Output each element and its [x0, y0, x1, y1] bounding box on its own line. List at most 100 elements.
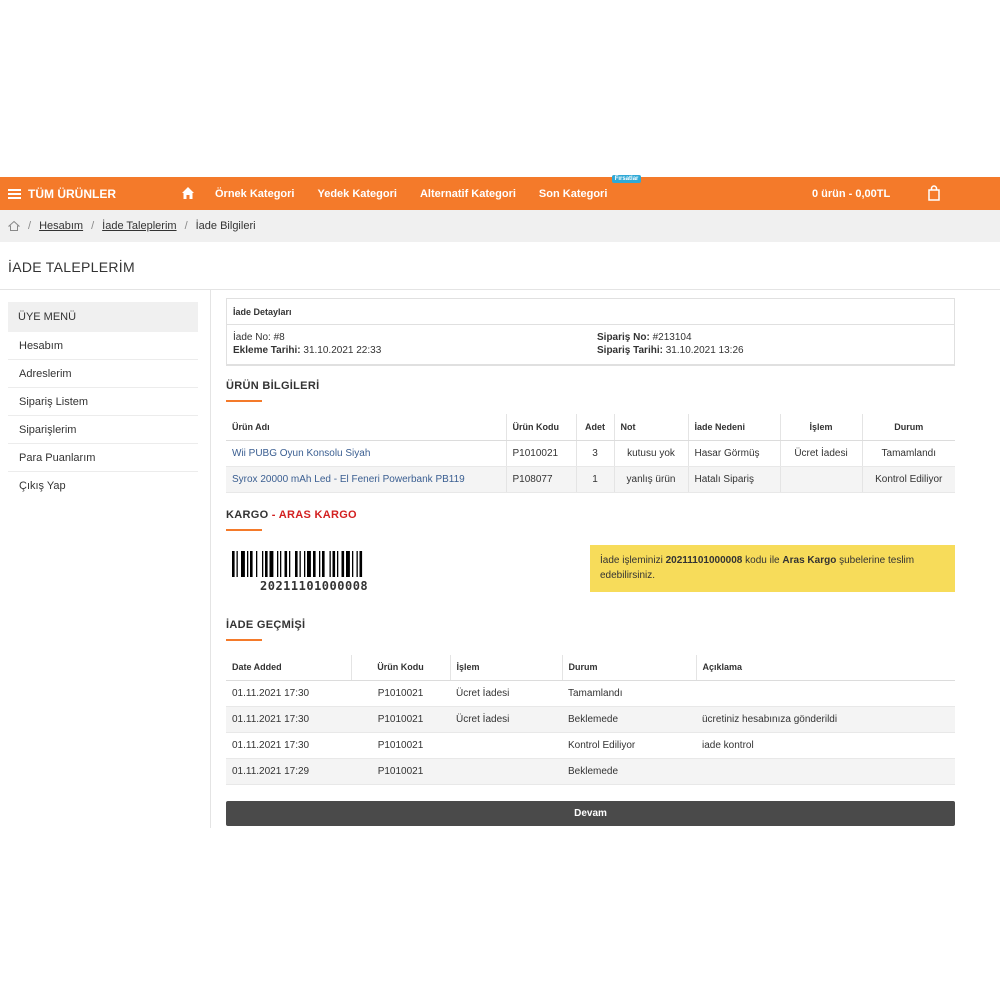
added-date-label: Ekleme Tarihi:	[233, 345, 301, 356]
return-details-heading: İade Detayları	[227, 299, 954, 325]
return-no-label: İade No:	[233, 332, 271, 343]
sidebar-item-hesabim[interactable]: Hesabım	[8, 332, 198, 360]
sidebar-item-para-puanlarim[interactable]: Para Puanlarım	[8, 444, 198, 472]
cargo-dash: -	[268, 508, 279, 521]
nav-link-alternatif-kategori[interactable]: Alternatif Kategori	[420, 188, 516, 200]
status: Beklemede	[562, 706, 696, 733]
divider	[210, 290, 211, 828]
order-no-label: Sipariş No:	[597, 332, 650, 343]
product-name-link[interactable]: Wii PUBG Oyun Konsolu Siyah	[226, 440, 507, 467]
table-row: 01.11.2021 17:30 P1010021 Ücret İadesi T…	[226, 680, 955, 707]
product-name-link[interactable]: Syrox 20000 mAh Led - El Feneri Powerban…	[226, 466, 507, 493]
section-underline	[226, 400, 262, 402]
date-added: 01.11.2021 17:30	[226, 706, 351, 733]
status: Tamamlandı	[562, 680, 696, 707]
breadcrumb-iade-taleplerim[interactable]: İade Taleplerim	[102, 220, 176, 232]
status: Tamamlandı	[862, 440, 955, 467]
cart-total[interactable]: 0 ürün - 0,00TL	[812, 177, 890, 210]
nav-link-ornek-kategori[interactable]: Örnek Kategori	[215, 188, 294, 200]
cargo-company: ARAS KARGO	[278, 508, 357, 521]
sidebar-item-siparislerim[interactable]: Siparişlerim	[8, 416, 198, 444]
hamburger-icon	[8, 188, 21, 199]
note: yanlış ürün	[614, 466, 689, 493]
col-header-product-code: Ürün Kodu	[351, 654, 451, 681]
col-header-action: İşlem	[450, 654, 563, 681]
sidebar-item-adreslerim[interactable]: Adreslerim	[8, 360, 198, 388]
continue-button[interactable]: Devam	[226, 801, 955, 826]
note-code: 20211101000008	[665, 554, 743, 566]
col-header-action: İşlem	[780, 414, 863, 441]
deals-badge: Fırsatlar	[611, 174, 642, 183]
note-company: Aras Kargo	[782, 554, 837, 566]
col-header-note: Not	[614, 414, 689, 441]
table-row: 01.11.2021 17:30 P1010021 Ücret İadesi B…	[226, 706, 955, 733]
shopping-bag-icon[interactable]	[927, 185, 941, 201]
description	[696, 758, 955, 785]
order-date-label: Sipariş Tarihi:	[597, 345, 663, 356]
table-row: 01.11.2021 17:30 P1010021 Kontrol Ediliy…	[226, 732, 955, 759]
return-info-left: İade No: #8 Ekleme Tarihi: 31.10.2021 22…	[233, 331, 381, 357]
category-links: Örnek Kategori Yedek Kategori Alternatif…	[215, 174, 642, 210]
product-code: P1010021	[351, 706, 450, 733]
action: Ücret İadesi	[780, 440, 863, 467]
quantity: 3	[576, 440, 615, 467]
breadcrumb-separator: /	[28, 220, 32, 232]
page-title: İADE TALEPLERİM	[8, 259, 135, 275]
home-breadcrumb-icon[interactable]	[8, 220, 20, 232]
return-history-title: İADE GEÇMİŞİ	[226, 618, 306, 631]
return-details-box: İade Detayları İade No: #8 Ekleme Tarihi…	[226, 298, 955, 366]
sidebar-title: ÜYE MENÜ	[8, 302, 198, 332]
action: Ücret İadesi	[450, 706, 562, 733]
col-header-date-added: Date Added	[226, 654, 352, 681]
note: kutusu yok	[614, 440, 689, 467]
date-added: 01.11.2021 17:30	[226, 680, 351, 707]
product-info-title: ÜRÜN BİLGİLERİ	[226, 380, 320, 392]
sidebar-item-cikis-yap[interactable]: Çıkış Yap	[8, 472, 198, 500]
breadcrumb: / Hesabım / İade Taleplerim / İade Bilgi…	[0, 210, 1000, 242]
nav-link-son-kategori-label: Son Kategori	[538, 187, 608, 200]
breadcrumb-separator: /	[184, 220, 188, 232]
all-products-menu-button[interactable]: TÜM ÜRÜNLER	[8, 177, 116, 210]
breadcrumb-hesabim[interactable]: Hesabım	[39, 220, 83, 232]
col-header-status: Durum	[862, 414, 955, 441]
action	[450, 732, 562, 759]
return-reason: Hatalı Sipariş	[688, 466, 781, 493]
order-no-value: #213104	[652, 332, 692, 343]
home-icon[interactable]	[181, 186, 195, 200]
return-details-body: İade No: #8 Ekleme Tarihi: 31.10.2021 22…	[227, 325, 954, 364]
breadcrumb-current: İade Bilgileri	[195, 220, 256, 232]
quantity: 1	[576, 466, 615, 493]
sidebar-item-siparis-listem[interactable]: Sipariş Listem	[8, 388, 198, 416]
status: Kontrol Ediliyor	[562, 732, 696, 759]
date-added: 01.11.2021 17:29	[226, 758, 351, 785]
product-code: P1010021	[351, 680, 450, 707]
cargo-area: 20211101000008 İade işleminizi 202111010…	[226, 544, 955, 619]
product-code: P1010021	[351, 732, 450, 759]
action	[780, 466, 863, 493]
top-navigation-bar: TÜM ÜRÜNLER Örnek Kategori Yedek Kategor…	[0, 174, 1000, 210]
all-products-label: TÜM ÜRÜNLER	[28, 186, 116, 201]
barcode-number: 20211101000008	[260, 578, 369, 593]
nav-link-son-kategori[interactable]: Son Kategori Fırsatlar	[538, 174, 642, 200]
col-header-return-reason: İade Nedeni	[688, 414, 781, 441]
date-added: 01.11.2021 17:30	[226, 732, 351, 759]
divider	[0, 289, 1000, 290]
products-table: Ürün Adı Ürün Kodu Adet Not İade Nedeni …	[226, 414, 955, 493]
product-code: P108077	[506, 466, 577, 493]
section-underline	[226, 528, 262, 531]
added-date-value: 31.10.2021 22:33	[303, 345, 382, 356]
order-info-right: Sipariş No: #213104 Sipariş Tarihi: 31.1…	[597, 331, 744, 357]
col-header-quantity: Adet	[576, 414, 615, 441]
product-code: P1010021	[351, 758, 450, 785]
nav-link-yedek-kategori[interactable]: Yedek Kategori	[317, 188, 396, 200]
main-content: İade Detayları İade No: #8 Ekleme Tarihi…	[226, 298, 955, 826]
product-code: P1010021	[506, 440, 577, 467]
description: ücretiniz hesabınıza gönderildi	[696, 706, 955, 733]
cargo-label: KARGO	[226, 508, 269, 521]
cargo-instruction-note: İade işleminizi 20211101000008 kodu ile …	[590, 544, 955, 592]
col-header-product-name: Ürün Adı	[226, 414, 507, 441]
description	[696, 680, 955, 707]
status: Kontrol Ediliyor	[862, 466, 955, 493]
note-text: kodu ile	[742, 554, 783, 566]
table-row: Wii PUBG Oyun Konsolu Siyah P1010021 3 k…	[226, 440, 955, 467]
